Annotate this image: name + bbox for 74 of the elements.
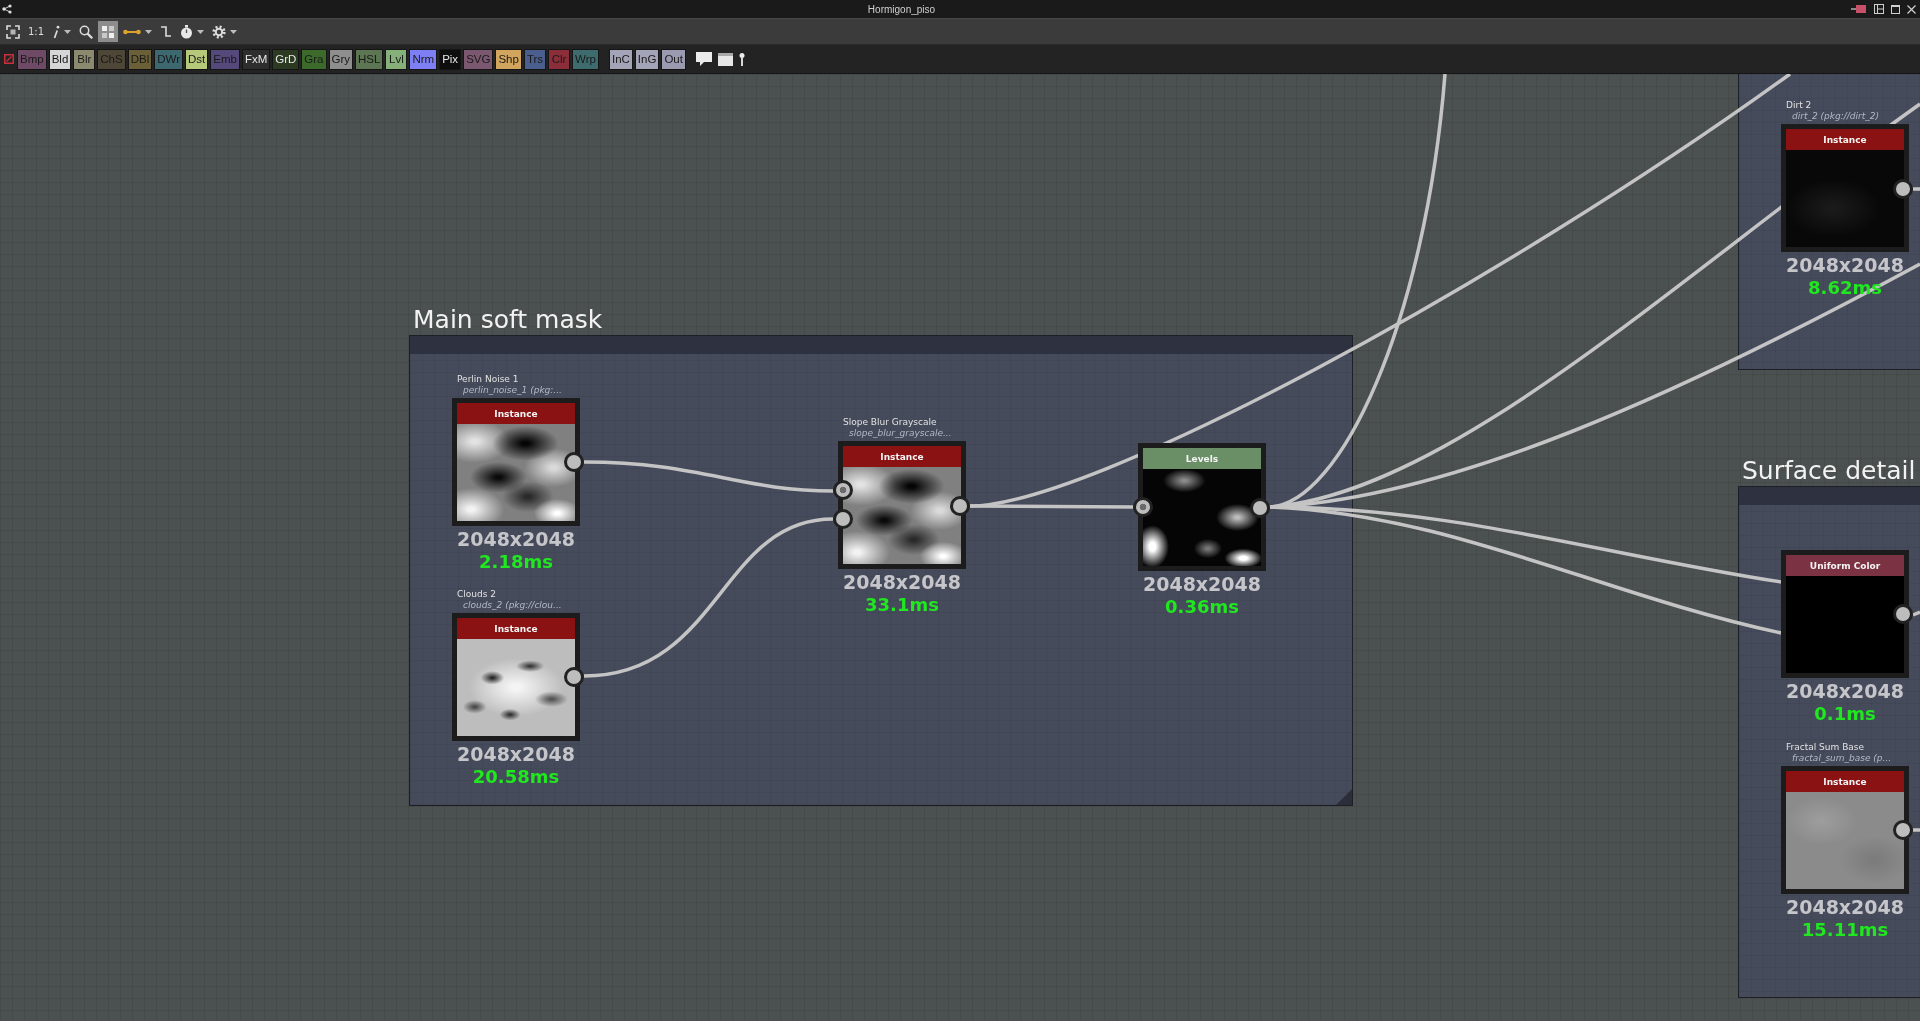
filter-button[interactable]: Gry <box>328 48 354 70</box>
filter-button[interactable]: Lvl <box>385 48 408 70</box>
filter-button[interactable]: Out <box>661 48 686 70</box>
pushpin-icon[interactable] <box>738 52 745 66</box>
filter-button[interactable]: Shp <box>495 48 522 70</box>
node-resolution: 2048x2048 <box>843 571 961 594</box>
settings-icon <box>212 24 227 39</box>
node-label: Perlin Noise 1 <box>457 374 519 385</box>
node-header: Instance <box>843 446 961 467</box>
filter-button[interactable]: Pix <box>439 48 462 70</box>
node-time: 20.58ms <box>472 766 560 788</box>
comment-icon[interactable] <box>695 52 712 66</box>
graph-node[interactable]: Instance <box>1781 124 1909 252</box>
node-header: Instance <box>457 403 575 424</box>
actual-size-button[interactable]: 1:1 <box>25 21 48 42</box>
graph-node[interactable]: Instance <box>838 441 966 569</box>
checkbox-icon[interactable] <box>4 54 14 64</box>
tile-icon[interactable] <box>1874 4 1884 14</box>
node-resolution: 2048x2048 <box>1786 680 1904 703</box>
window-title: Hormigon_piso <box>866 3 937 15</box>
node-resolution: 2048x2048 <box>457 743 575 766</box>
node-identifier: fractal_sum_base (p... <box>1792 753 1892 764</box>
graph-node[interactable]: Instance <box>452 613 580 741</box>
filter-button[interactable]: InC <box>608 48 633 70</box>
node-time: 15.11ms <box>1801 919 1889 941</box>
node-resolution: 2048x2048 <box>1143 573 1261 596</box>
frame-title: Surface detail <box>1742 458 1916 483</box>
grid-icon <box>101 24 116 39</box>
node-header: Levels <box>1143 448 1261 469</box>
node-identifier: dirt_2 (pkg://dirt_2) <box>1792 111 1879 122</box>
frame-icon[interactable] <box>717 52 733 66</box>
filter-button[interactable]: FxM <box>241 48 271 70</box>
node-label: Dirt 2 <box>1786 100 1812 111</box>
node-identifier: slope_blur_grayscale... <box>849 428 952 439</box>
corner-line-icon <box>160 25 173 38</box>
node-header: Uniform Color <box>1786 555 1904 576</box>
fit-view-icon <box>6 24 20 39</box>
node-resolution: 2048x2048 <box>1786 896 1904 919</box>
graph-node[interactable]: Uniform Color <box>1781 550 1909 678</box>
pin-icon[interactable] <box>1851 4 1867 14</box>
node-label: Slope Blur Grayscale <box>843 417 937 428</box>
node-identifier: clouds_2 (pkg://clou... <box>463 600 562 611</box>
node-header: Instance <box>1786 129 1904 150</box>
info-icon <box>52 24 61 39</box>
filter-button[interactable]: Bld <box>48 48 72 70</box>
node-resolution: 2048x2048 <box>457 528 575 551</box>
graph-node[interactable]: Instance <box>1781 766 1909 894</box>
connection-wire <box>1912 610 1920 617</box>
connector-icon <box>123 27 142 36</box>
node-header: Instance <box>1786 771 1904 792</box>
stopwatch-icon <box>180 24 194 39</box>
resize-grip-icon[interactable] <box>1336 789 1352 805</box>
node-time: 0.36ms <box>1165 596 1239 618</box>
filter-button[interactable]: Nrm <box>409 48 438 70</box>
search-icon <box>79 24 94 39</box>
node-label: Clouds 2 <box>457 589 496 600</box>
node-identifier: perlin_noise_1 (pkg:... <box>463 385 562 396</box>
close-icon[interactable] <box>1907 4 1916 14</box>
node-time: 33.1ms <box>865 594 939 616</box>
node-time: 0.1ms <box>1814 703 1876 725</box>
maximize-icon[interactable] <box>1891 4 1900 14</box>
node-resolution: 2048x2048 <box>1786 254 1904 277</box>
connection-wire <box>1913 828 1920 832</box>
node-graph-icon[interactable] <box>2 4 12 14</box>
node-header: Instance <box>457 618 575 639</box>
frame-title: Main soft mask <box>413 307 603 332</box>
graph-node[interactable]: Instance <box>452 398 580 526</box>
node-time: 2.18ms <box>479 551 553 573</box>
filter-button[interactable]: GrD <box>272 48 300 70</box>
grid-snap-button[interactable] <box>98 21 119 42</box>
node-label: Fractal Sum Base <box>1786 742 1865 753</box>
filter-button[interactable]: Dst <box>184 48 209 70</box>
filter-button[interactable]: InG <box>634 48 660 70</box>
filter-button[interactable]: Blr <box>73 48 96 70</box>
